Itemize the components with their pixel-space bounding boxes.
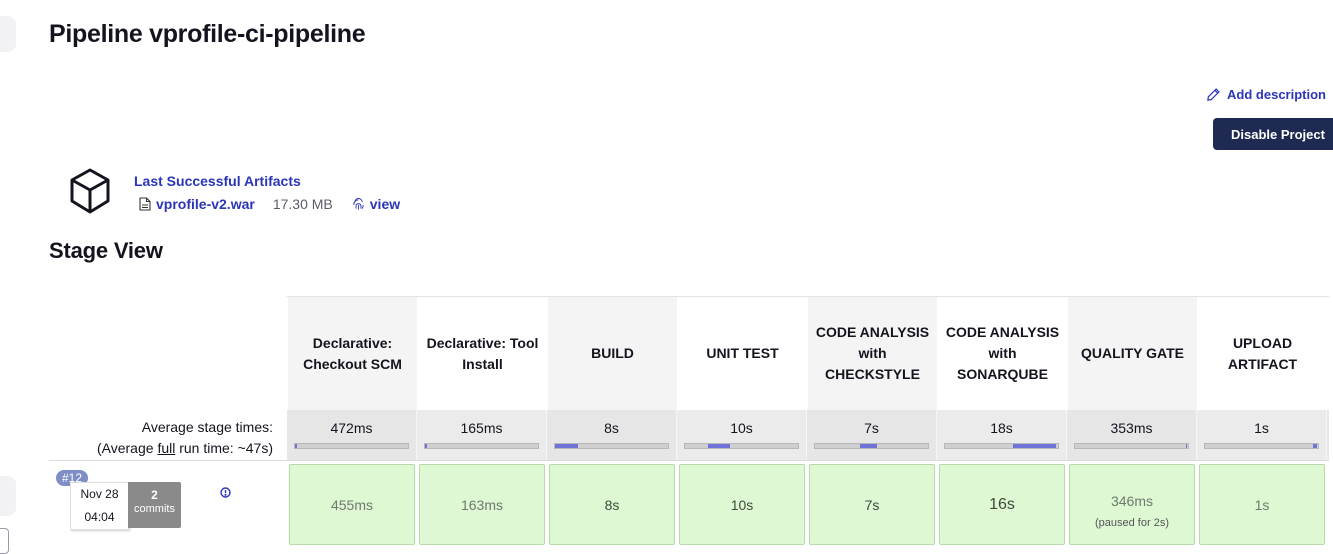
stage-duration-bar: [944, 443, 1059, 449]
stage-result-cell[interactable]: 10s: [677, 461, 807, 550]
stage-duration: 346ms: [1110, 492, 1154, 509]
stage-result-cell[interactable]: 8s: [547, 461, 677, 550]
build-date: Nov 28: [80, 487, 119, 501]
average-time-value: 8s: [604, 420, 619, 436]
stage-duration-bar-fill: [1313, 444, 1317, 448]
add-description-link[interactable]: Add description: [1206, 87, 1326, 102]
stage-duration-bar: [684, 443, 799, 449]
commits-box[interactable]: 2 commits: [128, 482, 181, 528]
pencil-icon: [1207, 88, 1220, 101]
stage-duration-bar: [814, 443, 929, 449]
stage-duration-bar: [424, 443, 539, 449]
average-time-cell: 18s: [937, 410, 1067, 461]
page-title: Pipeline vprofile-ci-pipeline: [49, 20, 366, 48]
stage-result-cell[interactable]: 455ms: [287, 461, 417, 550]
build-date-box: Nov 28 04:04: [70, 482, 129, 530]
stage-duration: 10s: [730, 496, 754, 513]
artifact-file-size: 17.30 MB: [272, 196, 333, 212]
average-time-value: 7s: [864, 420, 879, 436]
stage-header: Declarative: Checkout SCM: [287, 297, 417, 410]
stage-duration-bar-fill: [707, 444, 731, 448]
stage-header: QUALITY GATE: [1067, 297, 1197, 410]
average-times-row: 472ms 165ms 8s 10s 7s 18s 353ms 1s: [287, 410, 1329, 461]
stage-duration-bar: [554, 443, 669, 449]
build-row: #12 Nov 28 04:04 2 commits 455ms 163ms 8…: [49, 460, 1329, 550]
average-stage-times-label: Average stage times: (Average full run t…: [97, 417, 273, 459]
stage-header: UPLOAD ARTIFACT: [1197, 297, 1327, 410]
add-description-label: Add description: [1227, 87, 1326, 102]
average-stage-times-text: Average stage times:: [141, 419, 273, 435]
view-fingerprint-link[interactable]: view: [370, 196, 400, 212]
stage-result-cells: 455ms 163ms 8s 10s 7s 16s 346ms (paused f…: [287, 461, 1327, 550]
sidebar-toggle[interactable]: [0, 528, 9, 554]
stage-duration-bar-fill: [295, 444, 297, 448]
stage-duration-bar: [294, 443, 409, 449]
average-time-cell: 165ms: [417, 410, 547, 461]
stage-duration-bar: [1204, 443, 1319, 449]
artifact-row: vprofile-v2.war 17.30 MB view: [139, 196, 400, 212]
stage-duration-bar-fill: [860, 444, 878, 448]
sidebar-tab-lower[interactable]: [0, 476, 16, 516]
stage-result-cell[interactable]: 7s: [807, 461, 937, 550]
package-icon: [70, 168, 110, 214]
stage-duration-bar-fill: [1185, 444, 1188, 448]
stage-result-cell[interactable]: 16s: [937, 461, 1067, 550]
commit-count: 2: [151, 488, 158, 502]
average-time-cell: 472ms: [287, 410, 417, 461]
average-time-cell: 353ms: [1067, 410, 1197, 461]
full-run-link[interactable]: full: [157, 440, 175, 456]
commit-label: commits: [134, 503, 175, 515]
artifact-file-link[interactable]: vprofile-v2.war: [156, 196, 255, 212]
stage-view-heading: Stage View: [49, 238, 163, 263]
stage-header: CODE ANALYSIS with SONARQUBE: [937, 297, 1067, 410]
stage-header: Declarative: Tool Install: [417, 297, 547, 410]
average-full-run-time: (Average full run time: ~47s): [96, 440, 273, 456]
build-info: #12 Nov 28 04:04 2 commits: [49, 461, 287, 550]
stage-header: CODE ANALYSIS with CHECKSTYLE: [807, 297, 937, 410]
stage-duration: 8s: [604, 496, 620, 513]
stage-duration-bar-fill: [555, 444, 578, 448]
average-time-value: 18s: [990, 420, 1013, 436]
file-icon: [139, 197, 151, 211]
paused-note: (paused for 2s): [1095, 516, 1169, 529]
sidebar-tab[interactable]: [0, 16, 16, 52]
stage-header: UNIT TEST: [677, 297, 807, 410]
average-time-cell: 10s: [677, 410, 807, 461]
stage-duration: 16s: [989, 495, 1015, 513]
average-time-value: 165ms: [460, 420, 503, 436]
stage-view-table: Declarative: Checkout SCM Declarative: T…: [287, 296, 1329, 461]
average-time-value: 10s: [730, 420, 753, 436]
stage-duration: 7s: [864, 496, 880, 513]
info-icon[interactable]: [220, 487, 231, 498]
disable-project-button[interactable]: Disable Project: [1213, 118, 1333, 150]
build-time: 04:04: [84, 510, 115, 524]
stage-result-cell[interactable]: 163ms: [417, 461, 547, 550]
stage-duration: 455ms: [330, 496, 374, 513]
stage-duration-bar-fill: [1012, 444, 1056, 448]
last-successful-artifacts-link[interactable]: Last Successful Artifacts: [134, 173, 301, 189]
stage-duration-bar: [1074, 443, 1189, 449]
average-time-value: 1s: [1254, 420, 1269, 436]
stage-header-row: Declarative: Checkout SCM Declarative: T…: [287, 296, 1329, 410]
stage-header: BUILD: [547, 297, 677, 410]
average-time-value: 353ms: [1110, 420, 1153, 436]
stage-result-cell[interactable]: 346ms (paused for 2s): [1067, 461, 1197, 550]
fingerprint-icon: [353, 197, 364, 210]
stage-duration-bar-fill: [425, 444, 427, 448]
average-time-cell: 1s: [1197, 410, 1327, 461]
average-time-value: 472ms: [330, 420, 373, 436]
stage-duration: 163ms: [460, 496, 504, 513]
average-time-cell: 8s: [547, 410, 677, 461]
stage-result-cell[interactable]: 1s: [1197, 461, 1327, 550]
average-time-cell: 7s: [807, 410, 937, 461]
stage-duration: 1s: [1254, 496, 1270, 513]
